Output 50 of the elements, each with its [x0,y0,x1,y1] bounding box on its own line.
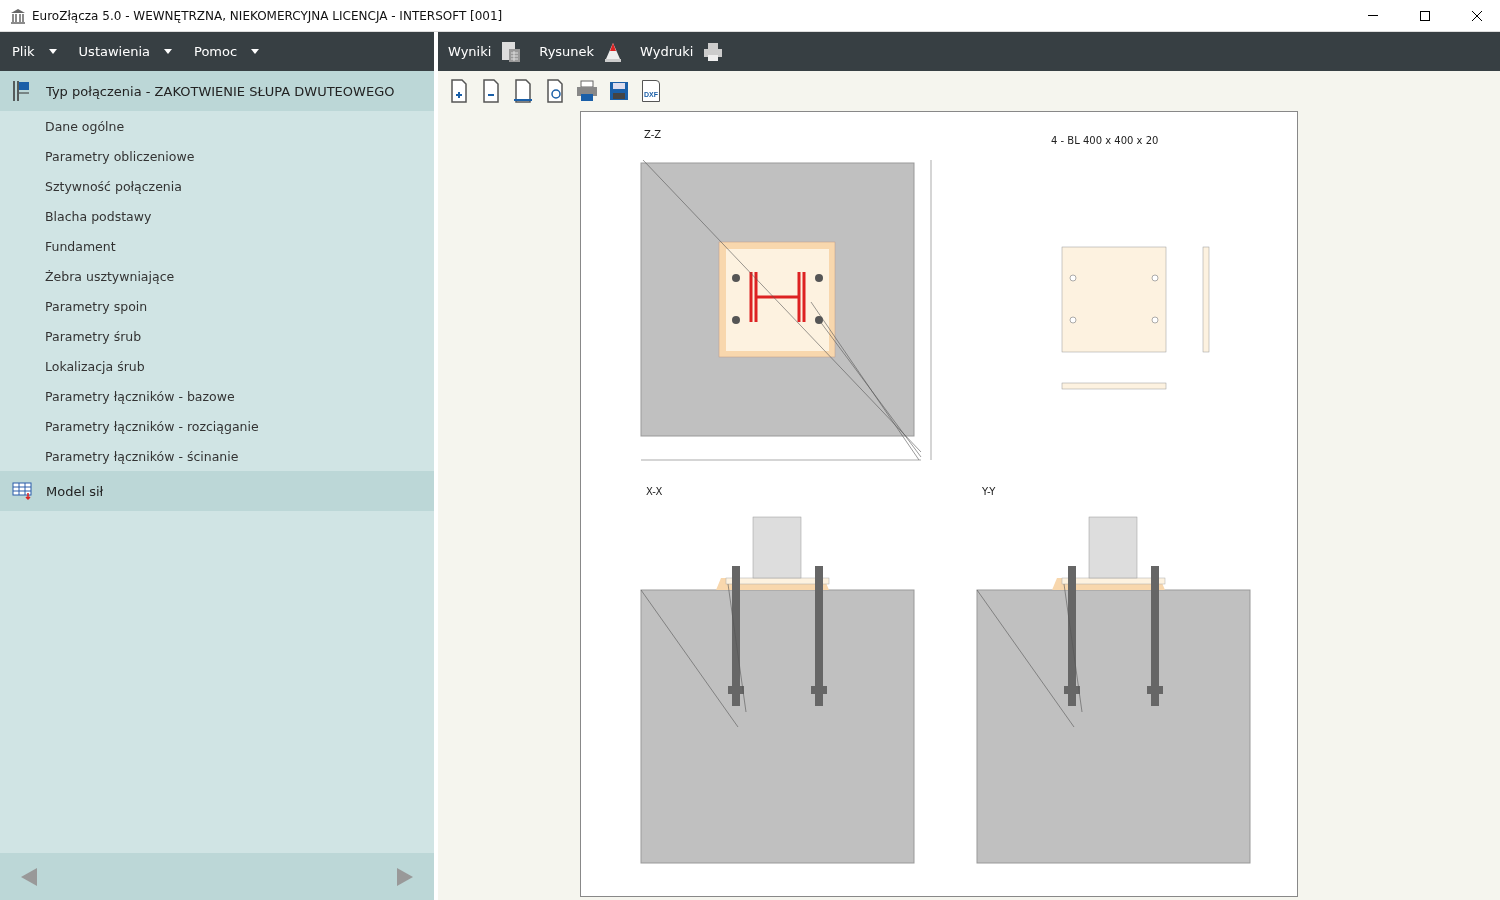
nav-item[interactable]: Sztywność połączenia [0,171,434,201]
nav-item[interactable]: Fundament [0,231,434,261]
nav-item[interactable]: Parametry łączników - rozciąganie [0,411,434,441]
nav-group[interactable]: Model sił [0,471,434,511]
nav-item[interactable]: Blacha podstawy [0,201,434,231]
tool-button[interactable] [480,79,502,103]
view-button[interactable]: Wyniki [442,36,528,67]
nav-item[interactable]: Parametry łączników - ścinanie [0,441,434,471]
window-title: EuroZłącza 5.0 - WEWNĘTRZNA, NIEKOMERCYJNA LICENCJA - INTERSOFT [001] [32,8,504,23]
preview-icon [545,79,565,103]
tool-button[interactable] [448,79,470,103]
nav-group[interactable]: Typ połączenia - ZAKOTWIENIE SŁUPA DWUTEOWEGO [0,71,434,111]
nav-item[interactable]: Parametry łączników - bazowe [0,381,434,411]
zoom-out-icon [481,79,501,103]
spreadsheet-icon [501,40,522,63]
section-label: Y-Y [982,486,996,497]
nav-item[interactable]: Parametry śrub [0,321,434,351]
section-label: Z-Z [644,129,662,140]
maximize-icon [1420,10,1430,21]
nav-item[interactable]: Lokalizacja śrub [0,351,434,381]
printer-icon [703,41,724,62]
grid-arrows-icon [12,481,34,501]
print-icon [576,80,598,102]
nav-item[interactable]: Żebra usztywniające [0,261,434,291]
section-label: X-X [646,486,663,497]
nav-group-label: Model sił [46,483,104,499]
zoom-in-icon [449,79,469,103]
fit-width-icon [513,79,533,103]
view-button[interactable]: Rysunek [533,37,629,66]
app-icon [10,7,26,24]
nav-item[interactable]: Parametry spoin [0,291,434,321]
tool-button[interactable] [544,79,566,103]
minimize-icon [1368,15,1378,16]
save-icon [609,81,629,101]
menu-button[interactable]: Ustawienia [70,40,180,63]
tool-button[interactable] [576,79,598,103]
caret-icon [48,49,57,54]
close-icon [1472,10,1482,21]
nav-group-label: Typ połączenia - ZAKOTWIENIE SŁUPA DWUTEOWEGO [46,83,395,99]
caret-icon [164,49,172,54]
menu-button[interactable]: Plik [4,40,65,63]
nav-item[interactable]: Parametry obliczeniowe [0,141,434,171]
view-button[interactable]: Wydruki [634,37,730,66]
plate-label: 4 - BL 400 x 400 x 20 [1051,135,1159,146]
cone-icon [604,41,623,62]
nav-item[interactable]: Dane ogólne [0,111,434,141]
tool-button[interactable] [608,79,630,103]
menu-button[interactable]: Pomoc [186,40,268,63]
tool-button[interactable] [512,79,534,103]
caret-icon [251,49,260,54]
